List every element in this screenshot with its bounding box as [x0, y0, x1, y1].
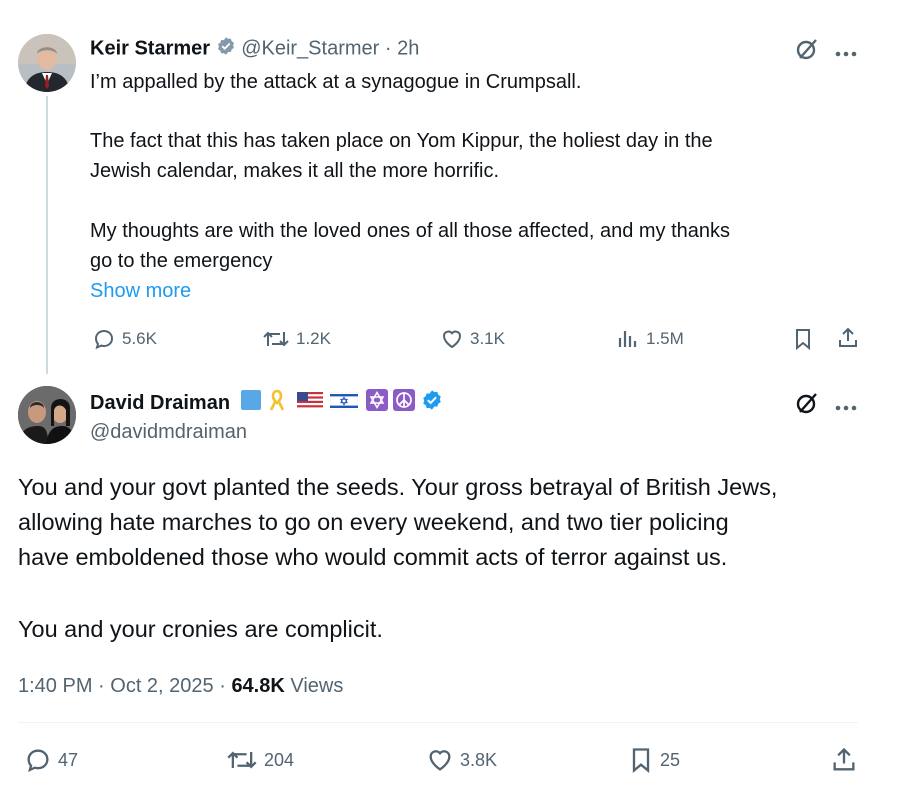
- share-icon[interactable]: [836, 326, 860, 355]
- show-more-link[interactable]: Show more: [90, 276, 191, 306]
- verified-badge-icon: [216, 36, 236, 62]
- repost-count: 1.2K: [296, 329, 331, 348]
- post-timestamp[interactable]: 1:40 PM · Oct 2, 2025 ·: [18, 675, 231, 697]
- like-count: 3.8K: [460, 749, 498, 770]
- divider: [18, 722, 858, 723]
- views-count: 1.5M: [646, 329, 684, 348]
- grok-icon[interactable]: [794, 36, 820, 67]
- views-label: Views: [284, 675, 344, 697]
- repost-button[interactable]: 204: [226, 746, 294, 774]
- reply-button[interactable]: 5.6K: [92, 327, 157, 351]
- author-name[interactable]: Keir Starmer: [90, 37, 210, 59]
- share-icon[interactable]: [830, 746, 858, 779]
- more-icon[interactable]: [834, 399, 858, 417]
- bookmark-icon[interactable]: [792, 327, 814, 356]
- blue-square-emoji-icon: [240, 389, 262, 418]
- author-handle[interactable]: @Keir_Starmer: [241, 37, 379, 59]
- tweet1-line-1: I’m appalled by the attack at a synagogu…: [90, 71, 582, 93]
- tweet2-line-2: allowing hate marches to go on every wee…: [18, 509, 729, 535]
- avatar-keir-starmer[interactable]: [18, 34, 76, 92]
- tweet1-line-4: My thoughts are with the loved ones of a…: [90, 220, 731, 242]
- tweet2-line-4: You and your cronies are complicit.: [18, 616, 383, 642]
- repost-button[interactable]: 1.2K: [262, 327, 331, 351]
- reply-icon: [24, 746, 52, 774]
- reply-count: 47: [58, 749, 79, 770]
- repost-icon: [226, 746, 258, 774]
- post-meta: 1:40 PM · Oct 2, 2025 · 64.8K Views: [18, 672, 343, 700]
- verified-badge-icon: [421, 389, 443, 418]
- repost-count: 204: [264, 749, 295, 770]
- reply-button[interactable]: 47: [24, 746, 78, 774]
- star-of-david-icon: [365, 389, 388, 418]
- author-handle[interactable]: @davidmdraiman: [90, 419, 247, 445]
- reply-icon: [92, 327, 116, 351]
- like-count: 3.1K: [470, 329, 505, 348]
- tweet1-line-3: Jewish calendar, makes it all the more h…: [90, 160, 500, 182]
- like-button[interactable]: 3.8K: [426, 746, 497, 774]
- tweet1-line-5: go to the emergency: [90, 250, 273, 272]
- avatar-david-draiman[interactable]: [18, 386, 76, 444]
- repost-icon: [262, 327, 290, 351]
- view-count[interactable]: 64.8K: [231, 675, 284, 697]
- tweet2-header-name-row: David Draiman: [90, 389, 443, 418]
- header-separator: ·: [384, 37, 392, 60]
- grok-icon[interactable]: [794, 390, 820, 421]
- peace-symbol-icon: [393, 389, 416, 418]
- yellow-ribbon-icon: [267, 389, 287, 418]
- author-name[interactable]: David Draiman: [90, 392, 230, 414]
- like-button[interactable]: 3.1K: [440, 327, 505, 351]
- more-icon[interactable]: [834, 45, 858, 63]
- reply-count: 5.6K: [122, 329, 157, 348]
- tweet1-line-2: The fact that this has taken place on Yo…: [90, 130, 713, 152]
- post-time[interactable]: 2h: [397, 37, 419, 59]
- thread-connector-line: [46, 96, 48, 374]
- views-button[interactable]: 1.5M: [616, 327, 684, 351]
- tweet2-body: You and your govt planted the seeds. You…: [18, 470, 777, 647]
- tweet2-line-3: have emboldened those who would commit a…: [18, 544, 728, 570]
- tweet2-line-1: You and your govt planted the seeds. You…: [18, 474, 778, 500]
- tweet1-header: Keir Starmer @Keir_Starmer · 2h: [90, 36, 419, 62]
- bookmark-icon: [628, 746, 654, 774]
- us-flag-icon: [296, 391, 323, 417]
- bookmark-button[interactable]: 25: [628, 746, 680, 774]
- views-icon: [616, 327, 640, 351]
- bookmark-count: 25: [660, 749, 681, 770]
- like-icon: [426, 746, 454, 774]
- israel-flag-icon: [330, 391, 359, 417]
- like-icon: [440, 327, 464, 351]
